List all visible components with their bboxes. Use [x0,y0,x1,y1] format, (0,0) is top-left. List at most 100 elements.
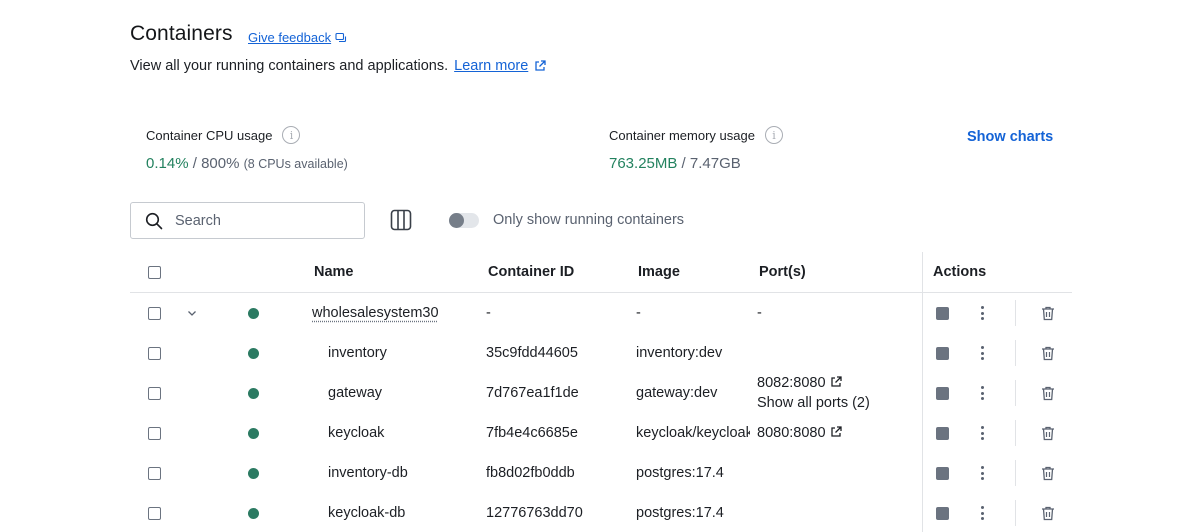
show-charts-button[interactable]: Show charts [967,129,1053,145]
more-options-icon[interactable] [980,466,984,480]
container-ports: - [757,305,762,321]
subtitle-text: View all your running containers and app… [130,58,448,74]
row-checkbox[interactable] [148,467,161,480]
cpu-total: 800% [201,155,239,172]
learn-more-label: Learn more [454,58,528,74]
more-options-icon[interactable] [980,386,984,400]
external-link-icon [534,60,546,72]
chevron-down-icon[interactable] [186,307,198,319]
trash-icon[interactable] [1041,306,1055,321]
container-image: inventory:dev [636,345,750,361]
select-all-checkbox[interactable] [148,266,161,279]
page-subtitle: View all your running containers and app… [130,58,546,74]
give-feedback-label: Give feedback [248,30,331,45]
trash-icon[interactable] [1041,386,1055,401]
column-header-ports[interactable]: Port(s) [759,264,806,280]
container-name[interactable]: wholesalesystem30 [312,305,439,321]
column-header-container-id[interactable]: Container ID [488,264,574,280]
info-icon[interactable]: i [765,126,783,144]
column-header-name[interactable]: Name [314,264,354,280]
trash-icon[interactable] [1041,506,1055,521]
search-icon [145,212,163,230]
port-mapping[interactable]: 8080:8080 [757,425,826,441]
row-checkbox[interactable] [148,387,161,400]
cpu-usage-label-text: Container CPU usage [146,128,272,143]
container-name[interactable]: keycloak-db [328,505,405,521]
stop-icon[interactable] [936,387,949,400]
port-mapping[interactable]: 8082:8080 [757,375,826,391]
table-row[interactable]: inventory 35c9fdd44605 inventory:dev [130,333,1072,373]
page-title: Containers [130,22,233,46]
more-options-icon[interactable] [980,426,984,440]
actions-divider [1015,420,1016,446]
table-row[interactable]: inventory-db fb8d02fb0ddb postgres:17.4 [130,453,1072,493]
trash-icon[interactable] [1041,346,1055,361]
more-options-icon[interactable] [980,306,984,320]
show-all-ports-link[interactable]: Show all ports (2) [757,395,870,411]
cpu-usage-label: Container CPU usage i [146,126,300,144]
actions-divider [1015,300,1016,326]
row-checkbox[interactable] [148,307,161,320]
row-checkbox[interactable] [148,427,161,440]
cpu-used: 0.14% [146,155,189,172]
search-input[interactable] [175,213,345,229]
feedback-icon [335,32,347,44]
memory-usage-label-text: Container memory usage [609,128,755,143]
container-image: keycloak/keycloak [636,425,750,441]
stop-icon[interactable] [936,467,949,480]
container-id: fb8d02fb0ddb [486,465,575,481]
table-row[interactable]: gateway 7d767ea1f1de gateway:dev 8082:80… [130,373,1072,413]
cpu-separator: / [189,155,202,172]
container-id: 7d767ea1f1de [486,385,579,401]
stop-icon[interactable] [936,307,949,320]
container-id: - [486,305,491,321]
column-header-actions: Actions [933,264,986,280]
stop-icon[interactable] [936,507,949,520]
row-checkbox[interactable] [148,347,161,360]
cpu-usage-value: 0.14% / 800% (8 CPUs available) [146,155,348,172]
container-image: postgres:17.4 [636,505,750,521]
container-name[interactable]: inventory [328,345,387,361]
more-options-icon[interactable] [980,346,984,360]
memory-used: 763.25MB [609,155,677,172]
container-name[interactable]: gateway [328,385,382,401]
container-image: gateway:dev [636,385,750,401]
table-row-group[interactable]: wholesalesystem30 - - - [130,293,1072,333]
trash-icon[interactable] [1041,426,1055,441]
memory-usage-label: Container memory usage i [609,126,783,144]
container-port[interactable]: 8082:8080 [757,375,842,391]
container-name[interactable]: keycloak [328,425,384,441]
table-row[interactable]: keycloak-db 12776763dd70 postgres:17.4 [130,493,1072,532]
status-running-dot [248,508,259,519]
give-feedback-link[interactable]: Give feedback [248,30,347,45]
more-options-icon[interactable] [980,506,984,520]
status-running-dot [248,388,259,399]
toggle-knob [449,213,464,228]
running-only-toggle-label: Only show running containers [493,212,684,228]
status-running-dot [248,348,259,359]
actions-divider [1015,340,1016,366]
actions-divider [1015,380,1016,406]
external-link-icon[interactable] [830,426,842,438]
actions-divider [1015,500,1016,526]
container-id: 7fb4e4c6685e [486,425,578,441]
learn-more-link[interactable]: Learn more [454,58,546,74]
column-header-image[interactable]: Image [638,264,680,280]
running-only-toggle[interactable] [449,213,479,228]
container-name[interactable]: inventory-db [328,465,408,481]
status-running-dot [248,308,259,319]
stop-icon[interactable] [936,347,949,360]
table-row[interactable]: keycloak 7fb4e4c6685e keycloak/keycloak … [130,413,1072,453]
table-header: Name Container ID Image Port(s) Actions [130,252,1072,293]
table-columns-icon[interactable] [390,209,412,231]
row-checkbox[interactable] [148,507,161,520]
status-running-dot [248,428,259,439]
trash-icon[interactable] [1041,466,1055,481]
containers-table: Name Container ID Image Port(s) Actions … [130,252,1072,532]
actions-divider [1015,460,1016,486]
container-port[interactable]: 8080:8080 [757,425,842,441]
stop-icon[interactable] [936,427,949,440]
cpu-note: (8 CPUs available) [244,157,348,171]
external-link-icon[interactable] [830,376,842,388]
info-icon[interactable]: i [282,126,300,144]
